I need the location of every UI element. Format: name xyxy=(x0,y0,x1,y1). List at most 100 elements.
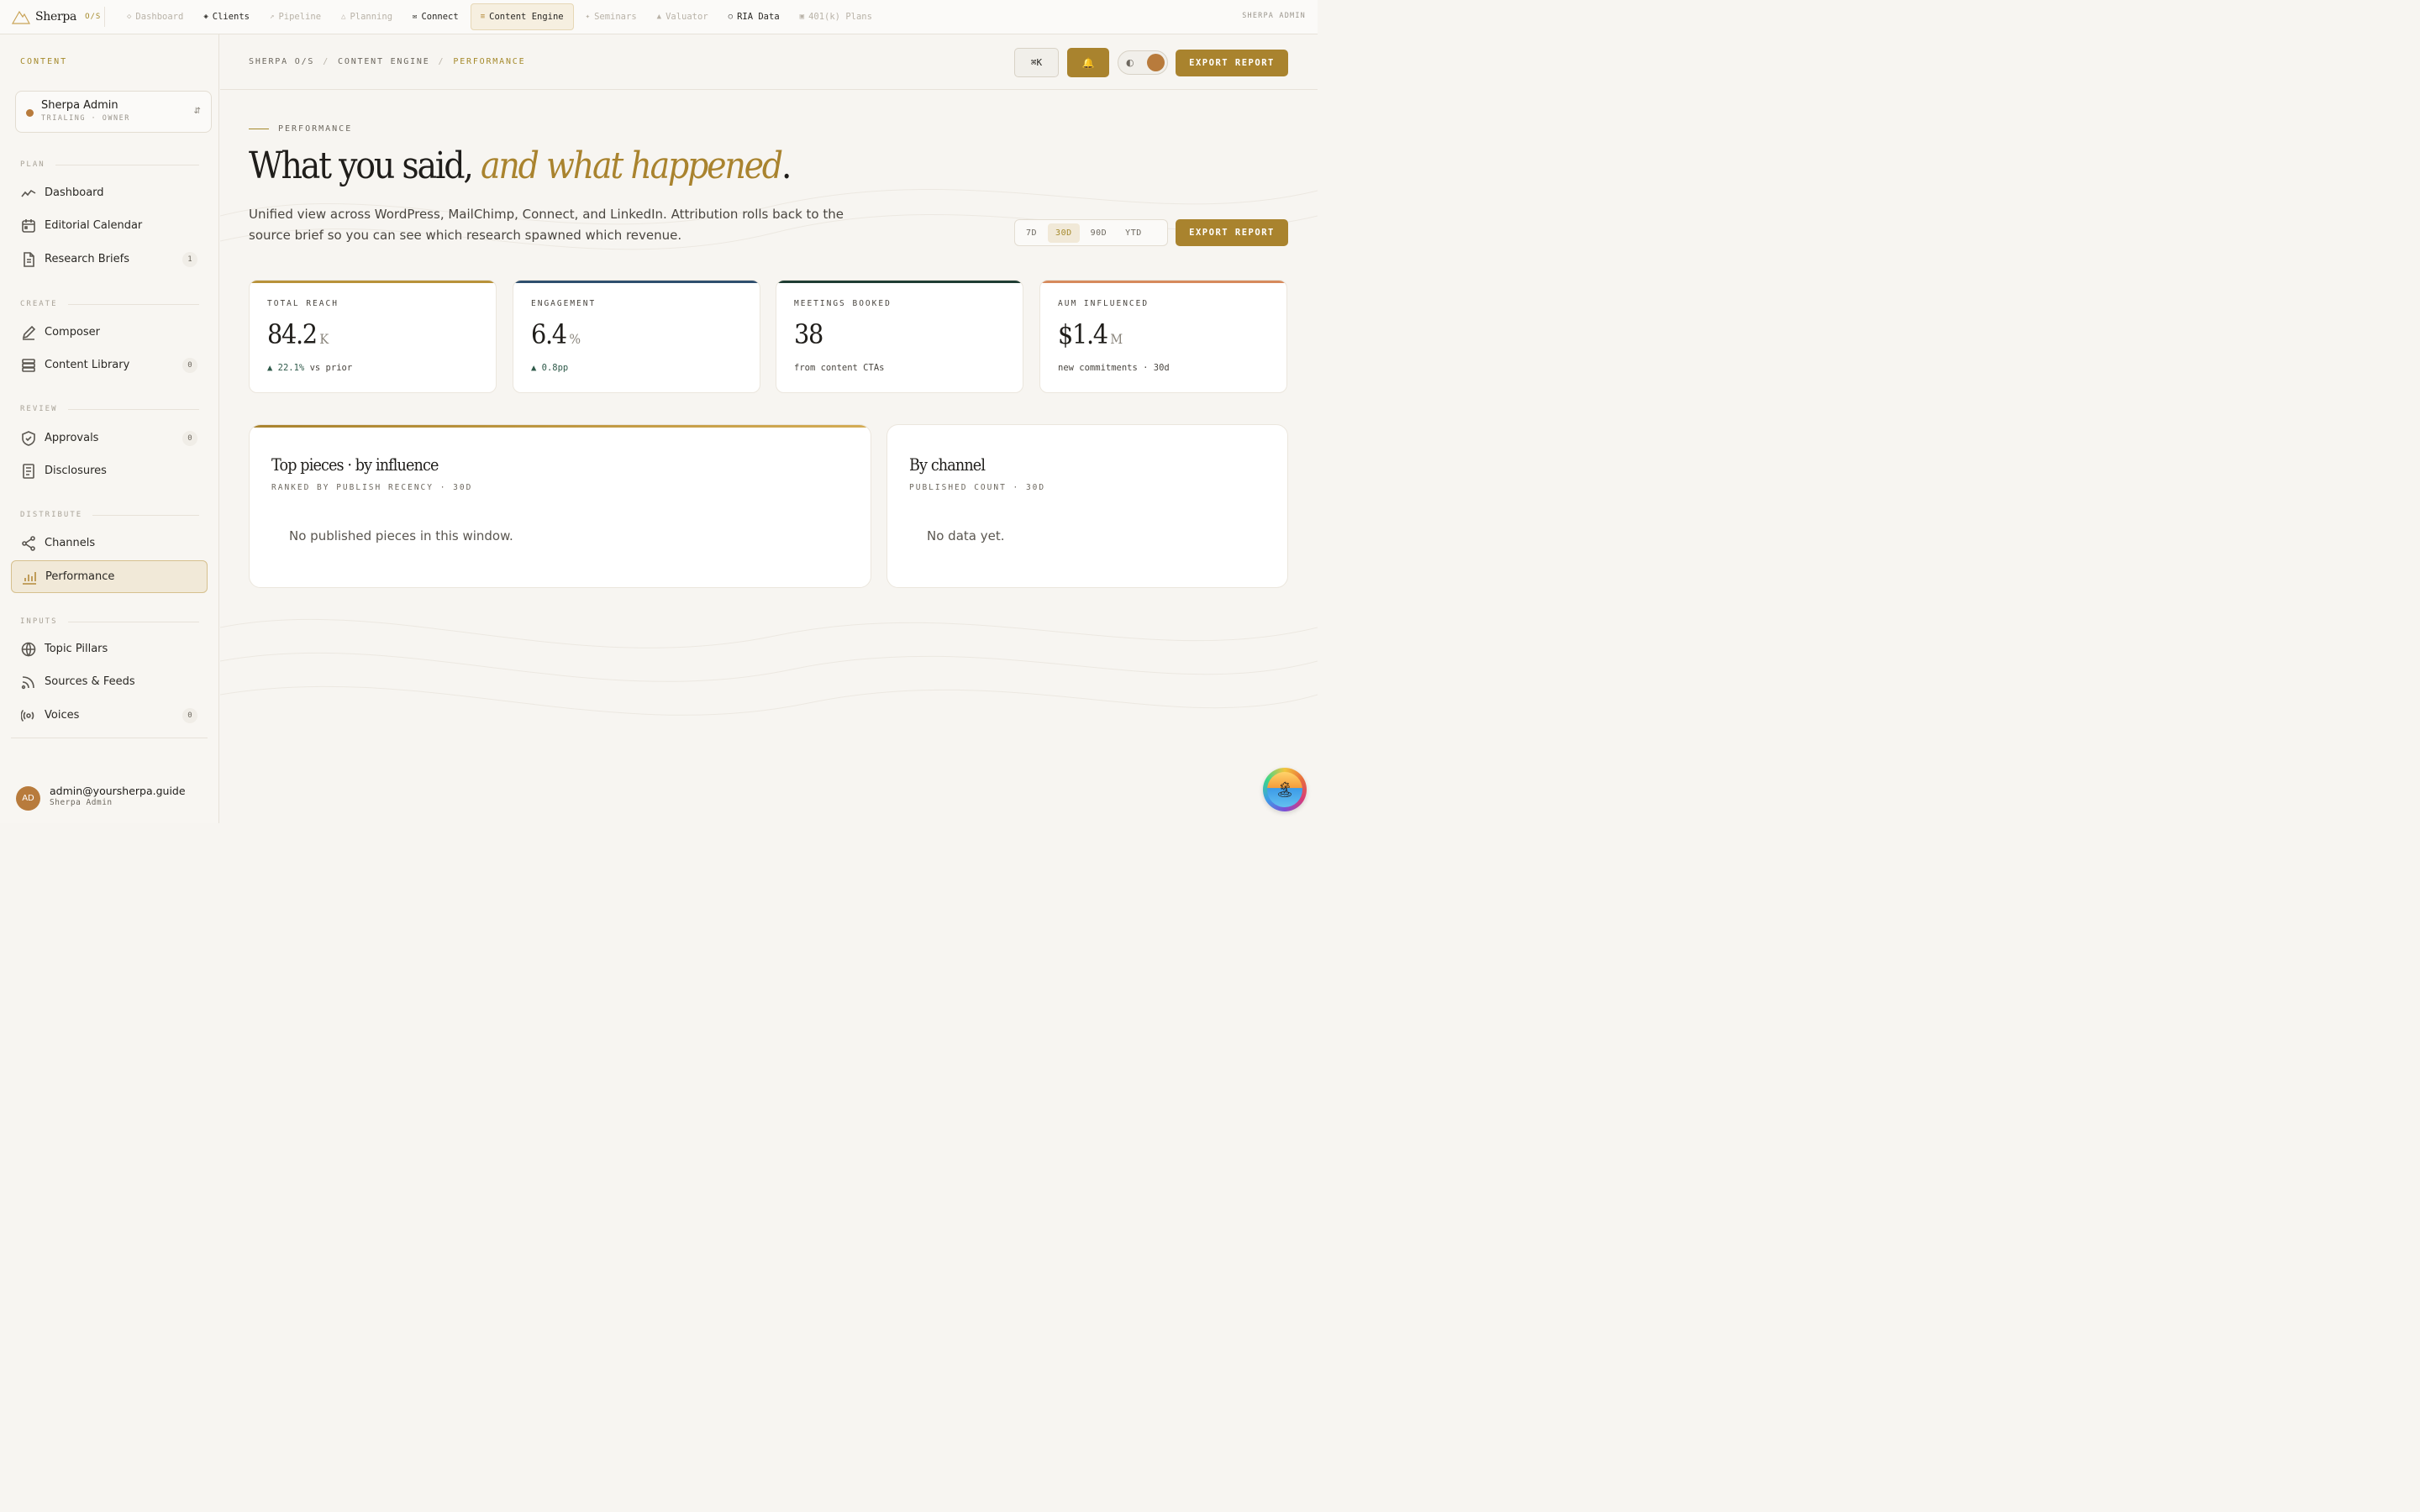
sidebar-item-editorial-calendar[interactable]: Editorial Calendar xyxy=(11,209,208,242)
nav-icon: ✉ xyxy=(413,13,418,21)
sidebar: CONTENT Sherpa Admin TRIALING · OWNER ⇵ … xyxy=(0,34,219,823)
stat-card-aum-influenced: AUM INFLUENCED $1.4 M new commitments · 30d xyxy=(1039,280,1287,393)
nav-icon: ≡ xyxy=(480,13,486,21)
document-icon xyxy=(24,251,34,267)
count-badge: 0 xyxy=(182,430,197,446)
stat-footnote: new commitments · 30d xyxy=(1058,363,1170,373)
breadcrumb-current: PERFORMANCE xyxy=(453,57,526,66)
range-option-ytd[interactable]: YTD xyxy=(1118,223,1150,243)
list-doc-icon xyxy=(23,463,34,479)
nav-planning[interactable]: △ Planning xyxy=(333,5,401,29)
panel-subtitle: RANKED BY PUBLISH RECENCY · 30D xyxy=(271,483,473,492)
assistant-launcher-button[interactable]: 🏝 xyxy=(1263,768,1307,811)
top-bar: Sherpa O/S ◇ Dashboard ◈ Clients ↗ Pipeline △ P… xyxy=(0,0,1318,34)
sidebar-item-research-briefs[interactable]: Research Briefs 1 xyxy=(11,243,208,276)
section-review: REVIEW xyxy=(20,405,199,413)
command-palette-button[interactable]: ⌘K xyxy=(1014,48,1059,77)
sidebar-item-dashboard[interactable]: Dashboard xyxy=(11,176,208,209)
count-badge: 0 xyxy=(182,357,197,373)
toggle-knob xyxy=(1147,54,1165,71)
breadcrumb-separator: / xyxy=(438,57,445,66)
stat-value: $1.4 M xyxy=(1058,318,1123,350)
range-option-7d[interactable]: 7D xyxy=(1018,223,1044,243)
stat-number: 38 xyxy=(794,318,823,350)
main-header: SHERPA O/S / CONTENT ENGINE / PERFORMANC… xyxy=(220,34,1318,90)
nav-label: Dashboard xyxy=(135,12,184,22)
user-role: Sherpa Admin xyxy=(50,798,113,807)
sidebar-item-voices[interactable]: Voices 0 xyxy=(11,699,208,732)
stat-label: AUM INFLUENCED xyxy=(1058,299,1150,308)
sidebar-item-channels[interactable]: Channels xyxy=(11,527,208,559)
date-range-selector: 7D 30D 90D YTD xyxy=(1014,219,1168,246)
stat-footnote: ▲ 22.1% vs prior xyxy=(267,363,352,373)
sidebar-item-composer[interactable]: Composer xyxy=(11,316,208,349)
breadcrumb-separator: / xyxy=(323,57,330,66)
nav-label: RIA Data xyxy=(737,12,780,22)
globe-icon xyxy=(21,642,36,657)
stat-unit: K xyxy=(319,331,329,347)
stat-footnote-text: new commitments · 30d xyxy=(1058,363,1170,373)
nav-label: Connect xyxy=(421,12,459,22)
share-icon xyxy=(22,535,35,551)
account-plan: TRIALING · OWNER xyxy=(41,114,130,123)
range-option-90d[interactable]: 90D xyxy=(1083,223,1115,243)
stat-unit: % xyxy=(569,331,581,347)
by-channel-panel: By channel PUBLISHED COUNT · 30D No data… xyxy=(886,424,1288,588)
account-status-dot xyxy=(26,109,34,117)
sidebar-item-performance[interactable]: Performance xyxy=(11,560,208,593)
nav-seminars[interactable]: ✦ Seminars xyxy=(577,5,645,29)
sidebar-item-sources-feeds[interactable]: Sources & Feeds xyxy=(11,665,208,698)
sidebar-item-label: Approvals xyxy=(45,432,99,444)
notifications-button[interactable]: 🔔 xyxy=(1067,48,1109,77)
brand-name: Sherpa xyxy=(35,10,77,24)
nav-content-engine[interactable]: ≡ Content Engine xyxy=(470,3,574,30)
nav-connect[interactable]: ✉ Connect xyxy=(404,5,467,29)
count-badge: 1 xyxy=(182,251,197,267)
stat-accent-bar xyxy=(250,281,496,283)
stat-label: ENGAGEMENT xyxy=(531,299,597,308)
brand[interactable]: Sherpa O/S xyxy=(0,7,105,27)
sidebar-item-content-library[interactable]: Content Library 0 xyxy=(11,349,208,381)
bell-icon: 🔔 xyxy=(1081,56,1095,69)
nav-ria-data[interactable]: ○ RIA Data xyxy=(720,5,788,29)
sidebar-item-label: Channels xyxy=(45,537,96,549)
nav-icon: ▲ xyxy=(656,13,662,21)
sidebar-item-label: Research Briefs xyxy=(45,253,129,265)
section-distribute: DISTRIBUTE xyxy=(20,511,199,519)
empty-state: No data yet. xyxy=(927,528,1005,543)
sidebar-item-label: Topic Pillars xyxy=(45,643,108,655)
stat-delta: ▲ 0.8pp xyxy=(531,363,569,373)
theme-toggle[interactable]: ◐ xyxy=(1118,50,1168,75)
sidebar-item-disclosures[interactable]: Disclosures xyxy=(11,454,208,487)
top-nav: ◇ Dashboard ◈ Clients ↗ Pipeline △ Planning ✉ Con… xyxy=(118,3,881,30)
top-user-label[interactable]: SHERPA ADMIN xyxy=(1242,12,1306,20)
breadcrumb-item[interactable]: SHERPA O/S xyxy=(249,57,314,66)
range-option-30d[interactable]: 30D xyxy=(1048,223,1080,243)
sidebar-heading: CONTENT xyxy=(20,57,68,66)
nav-dashboard[interactable]: ◇ Dashboard xyxy=(118,5,192,29)
section-plan: PLAN xyxy=(20,160,199,169)
export-report-button[interactable]: EXPORT REPORT xyxy=(1176,50,1288,76)
sidebar-item-label: Disclosures xyxy=(45,465,107,477)
nav-401-k-plans[interactable]: ▣ 401(k) Plans xyxy=(792,5,881,29)
export-report-button-secondary[interactable]: EXPORT REPORT xyxy=(1176,219,1288,246)
user-email: admin@yoursherpa.guide xyxy=(50,785,186,797)
avatar[interactable]: AD xyxy=(16,786,40,811)
breadcrumb-item[interactable]: CONTENT ENGINE xyxy=(338,57,430,66)
contrast-icon: ◐ xyxy=(1126,57,1134,68)
sidebar-item-topic-pillars[interactable]: Topic Pillars xyxy=(11,633,208,665)
stat-footnote-text: from content CTAs xyxy=(794,363,885,373)
account-switcher[interactable]: Sherpa Admin TRIALING · OWNER ⇵ xyxy=(15,91,212,133)
shield-check-icon xyxy=(22,430,35,446)
nav-label: 401(k) Plans xyxy=(808,12,872,22)
nav-pipeline[interactable]: ↗ Pipeline xyxy=(261,5,329,29)
nav-clients[interactable]: ◈ Clients xyxy=(195,5,258,29)
sidebar-item-approvals[interactable]: Approvals 0 xyxy=(11,422,208,454)
nav-icon: ▣ xyxy=(799,13,805,21)
nav-label: Seminars xyxy=(594,12,637,22)
nav-valuator[interactable]: ▲ Valuator xyxy=(649,5,717,29)
rss-icon xyxy=(21,675,34,689)
stat-value: 6.4% xyxy=(531,318,581,350)
nav-label: Content Engine xyxy=(489,12,564,22)
sidebar-item-label: Editorial Calendar xyxy=(45,219,143,232)
